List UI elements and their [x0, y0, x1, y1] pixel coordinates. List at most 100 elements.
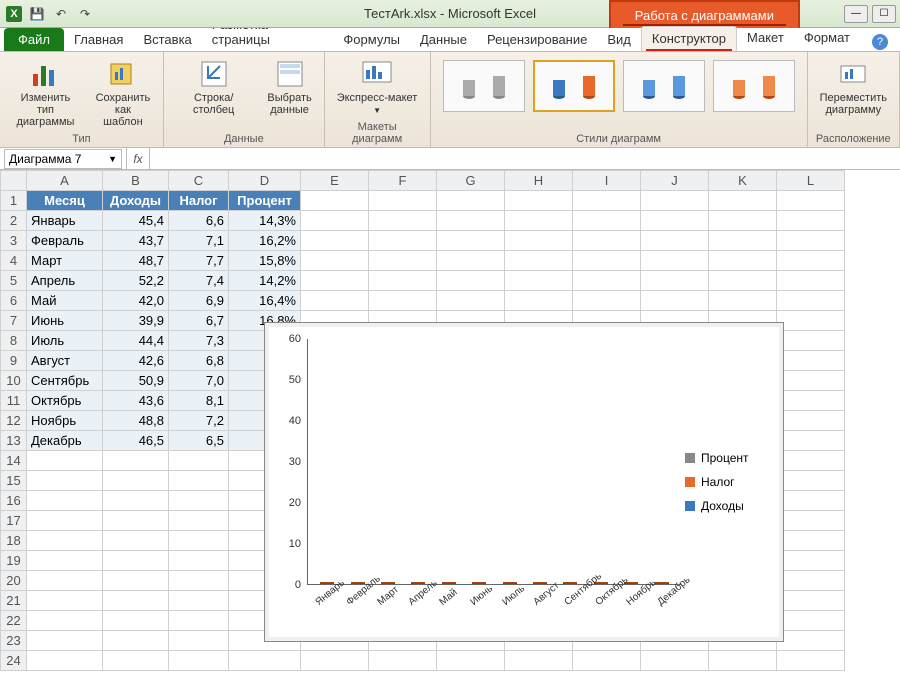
cell[interactable]: [777, 471, 845, 491]
cell[interactable]: [27, 451, 103, 471]
cell[interactable]: 48,7: [103, 251, 169, 271]
cell[interactable]: [301, 191, 369, 211]
row-header[interactable]: 22: [1, 611, 27, 631]
quick-layout-button[interactable]: Экспресс-макет ▼: [333, 56, 422, 117]
cell[interactable]: [641, 231, 709, 251]
row-header[interactable]: 18: [1, 531, 27, 551]
cell[interactable]: [103, 471, 169, 491]
cell[interactable]: Июль: [27, 331, 103, 351]
cell[interactable]: [777, 211, 845, 231]
cell[interactable]: [573, 651, 641, 671]
cell[interactable]: [777, 391, 845, 411]
cell[interactable]: 7,2: [169, 411, 229, 431]
cell[interactable]: [573, 251, 641, 271]
cell[interactable]: [505, 651, 573, 671]
cell[interactable]: [573, 191, 641, 211]
save-as-template-button[interactable]: Сохранить как шаблон: [91, 56, 155, 130]
cell[interactable]: [641, 211, 709, 231]
cell[interactable]: 16,4%: [229, 291, 301, 311]
change-chart-type-button[interactable]: Изменить тип диаграммы: [8, 56, 83, 130]
cell[interactable]: [369, 231, 437, 251]
name-box[interactable]: Диаграмма 7 ▼: [4, 149, 122, 169]
cell[interactable]: [573, 231, 641, 251]
legend-item[interactable]: Доходы: [685, 499, 775, 513]
maximize-button[interactable]: ☐: [872, 5, 896, 23]
redo-icon[interactable]: ↷: [76, 5, 94, 23]
cell[interactable]: [103, 571, 169, 591]
chart-style-1[interactable]: [443, 60, 525, 112]
cell[interactable]: [103, 451, 169, 471]
cell[interactable]: [103, 591, 169, 611]
cell[interactable]: [169, 511, 229, 531]
cell[interactable]: Процент: [229, 191, 301, 211]
cell[interactable]: [437, 651, 505, 671]
row-header[interactable]: 3: [1, 231, 27, 251]
chart-style-2[interactable]: [533, 60, 615, 112]
cell[interactable]: [777, 431, 845, 451]
cell[interactable]: [169, 611, 229, 631]
cell[interactable]: 6,6: [169, 211, 229, 231]
switch-row-column-button[interactable]: Строка/столбец: [172, 56, 255, 118]
cell[interactable]: [169, 631, 229, 651]
row-header[interactable]: 19: [1, 551, 27, 571]
chart-bar[interactable]: [533, 582, 547, 584]
cell[interactable]: [505, 271, 573, 291]
formula-input[interactable]: [150, 149, 900, 169]
row-header[interactable]: 23: [1, 631, 27, 651]
cell[interactable]: 7,7: [169, 251, 229, 271]
chart-bar[interactable]: [472, 582, 486, 584]
cell[interactable]: 7,1: [169, 231, 229, 251]
cell[interactable]: [27, 551, 103, 571]
row-header[interactable]: 4: [1, 251, 27, 271]
column-header[interactable]: K: [709, 171, 777, 191]
row-header[interactable]: 20: [1, 571, 27, 591]
cell[interactable]: [505, 211, 573, 231]
tab-review[interactable]: Рецензирование: [477, 28, 597, 51]
undo-icon[interactable]: ↶: [52, 5, 70, 23]
cell[interactable]: 46,5: [103, 431, 169, 451]
cell[interactable]: [369, 191, 437, 211]
cell[interactable]: [169, 591, 229, 611]
cell[interactable]: [777, 271, 845, 291]
row-header[interactable]: 16: [1, 491, 27, 511]
cell[interactable]: [369, 251, 437, 271]
cell[interactable]: [369, 651, 437, 671]
cell[interactable]: [169, 491, 229, 511]
cell[interactable]: [27, 491, 103, 511]
cell[interactable]: Июнь: [27, 311, 103, 331]
cell[interactable]: 6,5: [169, 431, 229, 451]
cell[interactable]: [169, 651, 229, 671]
embedded-chart[interactable]: 0102030405060 ЯнварьФевральМартАпрельМай…: [264, 322, 784, 642]
chart-bar[interactable]: [563, 582, 577, 584]
chart-style-3[interactable]: [623, 60, 705, 112]
cell[interactable]: 6,7: [169, 311, 229, 331]
cell[interactable]: [641, 651, 709, 671]
cell[interactable]: [777, 251, 845, 271]
chart-style-4[interactable]: [713, 60, 795, 112]
cell[interactable]: [301, 231, 369, 251]
cell[interactable]: [505, 231, 573, 251]
cell[interactable]: [169, 471, 229, 491]
cell[interactable]: [777, 351, 845, 371]
row-header[interactable]: 17: [1, 511, 27, 531]
cell[interactable]: 6,8: [169, 351, 229, 371]
row-header[interactable]: 13: [1, 431, 27, 451]
cell[interactable]: [777, 411, 845, 431]
cell[interactable]: Январь: [27, 211, 103, 231]
row-header[interactable]: 15: [1, 471, 27, 491]
row-header[interactable]: 12: [1, 411, 27, 431]
column-header[interactable]: D: [229, 171, 301, 191]
cell[interactable]: [777, 511, 845, 531]
cell[interactable]: [369, 291, 437, 311]
cell[interactable]: [709, 251, 777, 271]
cell[interactable]: [27, 631, 103, 651]
cell[interactable]: [573, 291, 641, 311]
cell[interactable]: [777, 631, 845, 651]
tab-insert[interactable]: Вставка: [133, 28, 201, 51]
cell[interactable]: [103, 611, 169, 631]
tab-data[interactable]: Данные: [410, 28, 477, 51]
help-icon[interactable]: ?: [872, 34, 888, 50]
cell[interactable]: 6,9: [169, 291, 229, 311]
cell[interactable]: 39,9: [103, 311, 169, 331]
tab-home[interactable]: Главная: [64, 28, 133, 51]
